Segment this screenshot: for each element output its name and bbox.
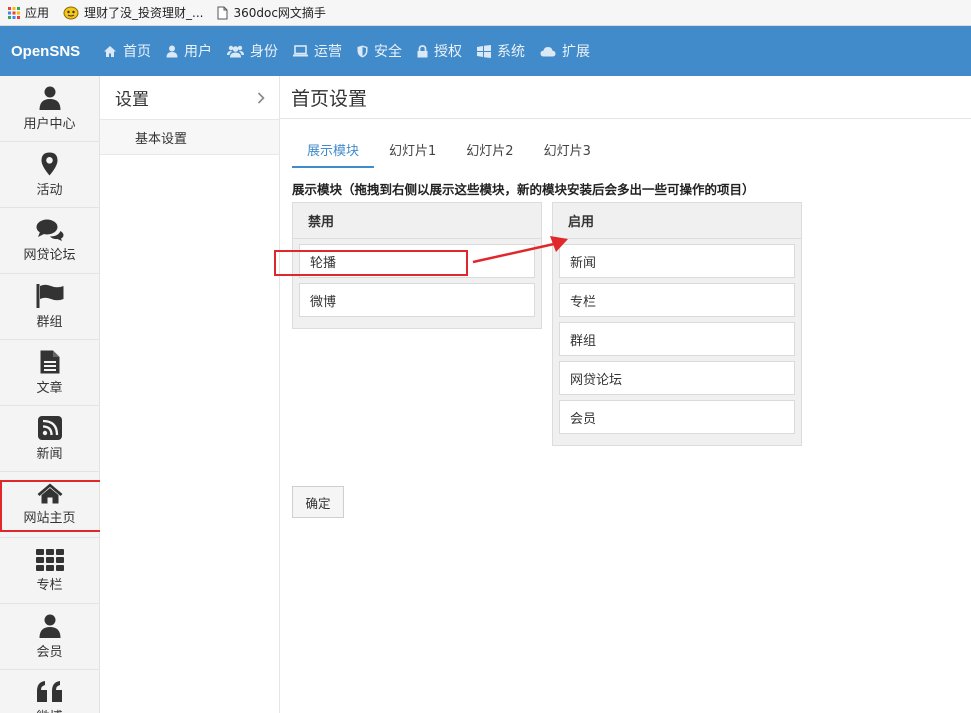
sidebar-item-label: 会员 — [36, 644, 63, 660]
tab-slide-3[interactable]: 幻灯片3 — [529, 138, 606, 168]
nav-security[interactable]: 安全 — [353, 26, 413, 76]
module-item-forum[interactable]: 网贷论坛 — [559, 361, 795, 395]
cloud-icon — [540, 46, 556, 56]
sidebar-item-label: 微博 — [36, 706, 62, 713]
tab-slide-1[interactable]: 幻灯片1 — [374, 138, 451, 168]
sidebar-item-article[interactable]: 文章 — [0, 340, 99, 406]
document-icon — [217, 6, 228, 19]
module-item-group[interactable]: 群组 — [559, 322, 795, 356]
bookmark-label: 应用 — [25, 6, 50, 20]
bookmark-apps[interactable]: 应用 — [8, 4, 49, 21]
module-item-news[interactable]: 新闻 — [559, 244, 795, 278]
settings-sidebar: 设置 基本设置 — [100, 76, 280, 713]
nav-user[interactable]: 用户 — [162, 26, 223, 76]
monitor-icon — [293, 45, 308, 57]
windows-icon — [477, 44, 491, 58]
module-item-column[interactable]: 专栏 — [559, 283, 795, 317]
sidebar-item-group[interactable]: 群组 — [0, 274, 99, 340]
sidebar-item-label: 文章 — [36, 380, 63, 396]
panel-title: 启用 — [553, 203, 801, 239]
tab-slide-2[interactable]: 幻灯片2 — [451, 138, 528, 168]
bookmark-label: 理财了没_投资理财_... — [84, 6, 204, 20]
enabled-modules-panel: 启用 新闻 专栏 群组 网贷论坛 会员 — [552, 202, 802, 446]
bookmark-licai[interactable]: 理财了没_投资理财_... — [63, 4, 203, 21]
page-title: 首页设置 — [280, 76, 971, 119]
file-text-icon — [40, 350, 59, 373]
quote-icon — [36, 680, 62, 702]
main-content: 首页设置 展示模块 幻灯片1 幻灯片2 幻灯片3 展示模块（拖拽到右侧以展示这些… — [280, 76, 971, 713]
bookmarks-bar: 应用 理财了没_投资理财_... 360doc网文摘手 — [0, 0, 971, 26]
sidebar-item-label: 用户中心 — [23, 116, 76, 132]
nav-home[interactable]: 首页 — [99, 26, 162, 76]
map-marker-icon — [41, 152, 58, 175]
nav-label: 用户 — [184, 44, 212, 60]
module-item-weibo[interactable]: 微博 — [299, 283, 535, 317]
brand-logo[interactable]: OpenSNS — [0, 43, 99, 60]
user-icon — [39, 86, 60, 110]
users-icon — [227, 45, 244, 57]
nav-label: 安全 — [374, 44, 402, 60]
apps-grid-icon — [8, 6, 20, 19]
nav-extend[interactable]: 扩展 — [536, 26, 601, 76]
nav-label: 运营 — [314, 44, 342, 60]
settings-item-basic[interactable]: 基本设置 — [100, 119, 279, 155]
sidebar-item-label: 群组 — [36, 314, 63, 330]
rss-icon — [37, 415, 62, 440]
sidebar-item-label: 网贷论坛 — [23, 247, 76, 263]
module-item-member[interactable]: 会员 — [559, 400, 795, 434]
modules-description: 展示模块（拖拽到右侧以展示这些模块，新的模块安装后会多出一些可操作的项目） — [292, 182, 755, 197]
nav-label: 系统 — [497, 44, 525, 60]
top-navbar: OpenSNS 首页 用户 身份 运营 安全 授权 系统 扩展 — [0, 26, 971, 76]
tab-bar: 展示模块 幻灯片1 幻灯片2 幻灯片3 — [292, 138, 606, 168]
face-icon — [63, 6, 79, 19]
bookmark-label: 360doc网文摘手 — [233, 6, 326, 20]
settings-sidebar-header[interactable]: 设置 — [100, 76, 279, 119]
sidebar-item-label: 活动 — [36, 182, 63, 198]
comments-icon — [36, 219, 63, 241]
lock-icon — [417, 44, 428, 57]
sidebar-item-label: 专栏 — [36, 577, 63, 593]
settings-sidebar-title: 设置 — [115, 90, 149, 110]
nav-label: 授权 — [434, 44, 462, 60]
flag-icon — [36, 283, 63, 308]
home-icon — [37, 483, 62, 504]
module-sidebar: 用户中心 活动 网贷论坛 群组 文章 新闻 网站主页 专栏 会员 微博 — [0, 76, 106, 713]
disabled-modules-panel: 禁用 轮播 微博 — [292, 202, 542, 329]
nav-label: 首页 — [123, 44, 151, 60]
nav-label: 身份 — [250, 44, 278, 60]
sidebar-item-label: 新闻 — [36, 446, 63, 462]
nav-system[interactable]: 系统 — [473, 26, 536, 76]
user-icon — [39, 614, 60, 638]
tab-display-modules[interactable]: 展示模块 — [292, 138, 375, 168]
bookmark-360doc[interactable]: 360doc网文摘手 — [217, 4, 326, 21]
sidebar-item-member[interactable]: 会员 — [0, 604, 99, 670]
nav-operation[interactable]: 运营 — [289, 26, 353, 76]
sidebar-item-forum[interactable]: 网贷论坛 — [0, 208, 99, 274]
sidebar-item-weibo[interactable]: 微博 — [0, 670, 99, 713]
sidebar-item-column[interactable]: 专栏 — [0, 538, 99, 604]
chevron-right-icon[interactable] — [257, 91, 265, 104]
sidebar-item-homepage[interactable]: 网站主页 — [0, 472, 106, 538]
nav-label: 扩展 — [562, 44, 590, 60]
user-icon — [166, 45, 178, 57]
sidebar-item-news[interactable]: 新闻 — [0, 406, 99, 472]
shield-icon — [357, 45, 368, 57]
sidebar-item-activity[interactable]: 活动 — [0, 142, 99, 208]
grid-icon — [35, 548, 64, 571]
panel-title: 禁用 — [293, 203, 541, 239]
home-icon — [104, 45, 116, 57]
nav-identity[interactable]: 身份 — [223, 26, 289, 76]
sidebar-item-user-center[interactable]: 用户中心 — [0, 76, 99, 142]
module-item-carousel[interactable]: 轮播 — [299, 244, 535, 278]
nav-authorize[interactable]: 授权 — [413, 26, 473, 76]
confirm-button[interactable]: 确定 — [292, 486, 344, 518]
sidebar-item-label: 网站主页 — [23, 511, 76, 526]
